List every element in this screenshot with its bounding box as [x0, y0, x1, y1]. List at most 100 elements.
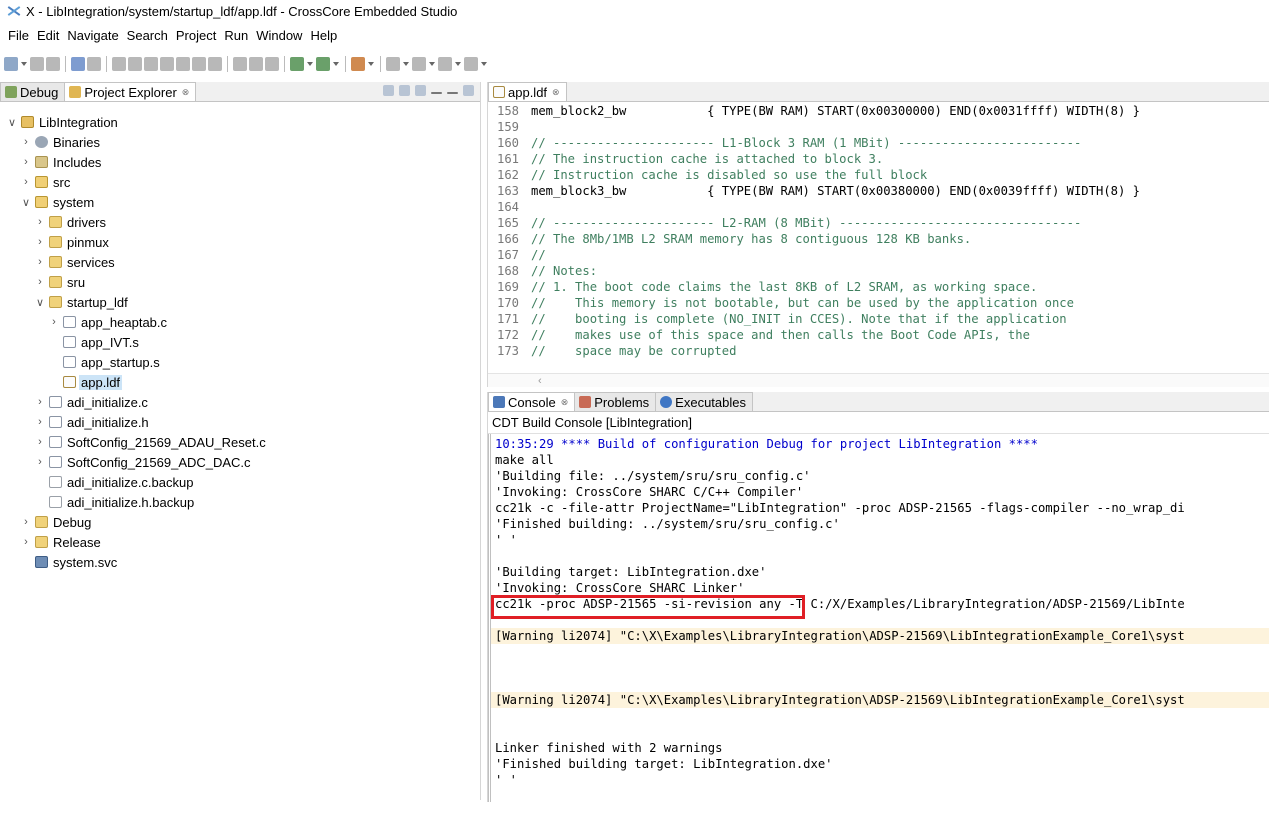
tree-item[interactable]: › SoftConfig_21569_ADC_DAC.c [34, 452, 253, 472]
expand-chevron-icon[interactable]: ∨ [20, 196, 32, 209]
tree-item[interactable]: › src [20, 172, 72, 192]
tab-app-ldf[interactable]: app.ldf ⊗ [488, 82, 567, 101]
collapse-chevron-icon[interactable]: › [34, 256, 46, 268]
collapse-chevron-icon[interactable]: › [34, 276, 46, 288]
code-editor[interactable]: 158 mem_block2_bw { TYPE(BW RAM) START(0x… [488, 102, 1269, 386]
tree-item[interactable]: ∨ LibIntegration [6, 112, 120, 132]
tree-item[interactable]: › adi_initialize.c [34, 392, 150, 412]
tree-item[interactable]: › sru [34, 272, 87, 292]
tree-item[interactable]: adi_initialize.c.backup [34, 472, 195, 492]
collapse-chevron-icon[interactable]: › [20, 536, 32, 548]
filter-icon[interactable] [415, 85, 426, 96]
next-annotation-dropdown-icon[interactable] [402, 57, 410, 71]
step-return-icon[interactable] [208, 57, 222, 71]
new-dropdown-icon[interactable] [20, 57, 28, 71]
step-over-icon[interactable] [192, 57, 206, 71]
close-icon[interactable]: ⊗ [561, 397, 569, 408]
view-menu-icon[interactable] [431, 91, 442, 94]
maximize-icon[interactable] [463, 85, 474, 96]
debug-icon[interactable] [290, 57, 304, 71]
tree-item[interactable]: › app_heaptab.c [48, 312, 169, 332]
tree-item[interactable]: › SoftConfig_21569_ADAU_Reset.c [34, 432, 268, 452]
collapse-chevron-icon[interactable]: › [34, 456, 46, 468]
menu-run[interactable]: Run [220, 28, 252, 43]
menu-file[interactable]: File [4, 28, 33, 43]
tree-item[interactable]: adi_initialize.h.backup [34, 492, 196, 512]
external-tools-dropdown-icon[interactable] [367, 57, 375, 71]
collapse-chevron-icon[interactable]: › [34, 216, 46, 228]
collapse-chevron-icon[interactable]: › [48, 316, 60, 328]
run-icon[interactable] [316, 57, 330, 71]
menu-edit[interactable]: Edit [33, 28, 63, 43]
collapse-chevron-icon[interactable]: › [20, 516, 32, 528]
tree-item-label: adi_initialize.c [67, 394, 148, 410]
tree-item[interactable]: › drivers [34, 212, 108, 232]
menu-project[interactable]: Project [172, 28, 220, 43]
console-line: 'Invoking: CrossCore SHARC Linker' [495, 581, 745, 595]
debug-dropdown-icon[interactable] [306, 57, 314, 71]
resume-icon[interactable] [128, 57, 142, 71]
tree-item[interactable]: › Release [20, 532, 103, 552]
collapse-chevron-icon[interactable]: › [34, 416, 46, 428]
step-into-icon[interactable] [176, 57, 190, 71]
previous-annotation-icon[interactable] [412, 57, 426, 71]
debug-step-icon[interactable] [112, 57, 126, 71]
tree-item[interactable]: › pinmux [34, 232, 111, 252]
scroll-left-icon[interactable]: ‹ [538, 375, 542, 387]
collapse-chevron-icon[interactable]: › [20, 176, 32, 188]
terminate-icon[interactable] [160, 57, 174, 71]
back-dropdown-icon[interactable] [454, 57, 462, 71]
menu-help[interactable]: Help [306, 28, 341, 43]
tree-item[interactable]: › Binaries [20, 132, 102, 152]
suspend-icon[interactable] [144, 57, 158, 71]
console-output[interactable]: 10:35:29 **** Build of configuration Deb… [488, 434, 1269, 802]
tree-item[interactable]: ∨ system [20, 192, 96, 212]
save-icon[interactable] [30, 57, 44, 71]
tab-debug[interactable]: Debug [0, 82, 66, 101]
menu-search[interactable]: Search [123, 28, 172, 43]
forward-icon[interactable] [464, 57, 478, 71]
tab-console[interactable]: Console ⊗ [488, 392, 576, 411]
build-icon[interactable] [87, 57, 101, 71]
previous-annotation-dropdown-icon[interactable] [428, 57, 436, 71]
next-annotation-icon[interactable] [386, 57, 400, 71]
tree-item[interactable]: ∨ startup_ldf [34, 292, 130, 312]
tree-item[interactable]: › services [34, 252, 117, 272]
tree-item[interactable]: app.ldf [48, 372, 123, 392]
disassembly-icon[interactable] [265, 57, 279, 71]
editor-horizontal-scrollbar[interactable]: ‹ [488, 373, 1269, 387]
back-icon[interactable] [438, 57, 452, 71]
run-dropdown-icon[interactable] [332, 57, 340, 71]
external-tools-icon[interactable] [351, 57, 365, 71]
link-with-editor-icon[interactable] [399, 85, 410, 96]
build-all-icon[interactable] [71, 57, 85, 71]
minimize-icon[interactable] [447, 91, 458, 94]
menu-navigate[interactable]: Navigate [63, 28, 122, 43]
tab-problems[interactable]: Problems [574, 392, 657, 411]
tree-item[interactable]: › Debug [20, 512, 93, 532]
collapse-chevron-icon[interactable]: › [34, 236, 46, 248]
tree-item[interactable]: app_IVT.s [48, 332, 141, 352]
tree-item[interactable]: app_startup.s [48, 352, 162, 372]
tree-item-label: adi_initialize.h.backup [67, 494, 195, 510]
registers-icon[interactable] [249, 57, 263, 71]
close-icon[interactable]: ⊗ [552, 87, 560, 98]
expand-chevron-icon[interactable]: ∨ [6, 116, 18, 129]
tree-item[interactable]: › adi_initialize.h [34, 412, 151, 432]
collapse-chevron-icon[interactable]: › [20, 136, 32, 148]
memory-icon[interactable] [233, 57, 247, 71]
collapse-chevron-icon[interactable]: › [34, 396, 46, 408]
collapse-all-icon[interactable] [383, 85, 394, 96]
expand-chevron-icon[interactable]: ∨ [34, 296, 46, 309]
tree-item[interactable]: › Includes [20, 152, 103, 172]
tab-executables[interactable]: Executables [655, 392, 753, 411]
forward-dropdown-icon[interactable] [480, 57, 488, 71]
collapse-chevron-icon[interactable]: › [20, 156, 32, 168]
tab-project-explorer[interactable]: Project Explorer ⊗ [64, 82, 197, 101]
menu-window[interactable]: Window [252, 28, 306, 43]
close-icon[interactable]: ⊗ [182, 87, 190, 98]
tree-item[interactable]: system.svc [20, 552, 119, 572]
collapse-chevron-icon[interactable]: › [34, 436, 46, 448]
save-all-icon[interactable] [46, 57, 60, 71]
new-icon[interactable] [4, 57, 18, 71]
